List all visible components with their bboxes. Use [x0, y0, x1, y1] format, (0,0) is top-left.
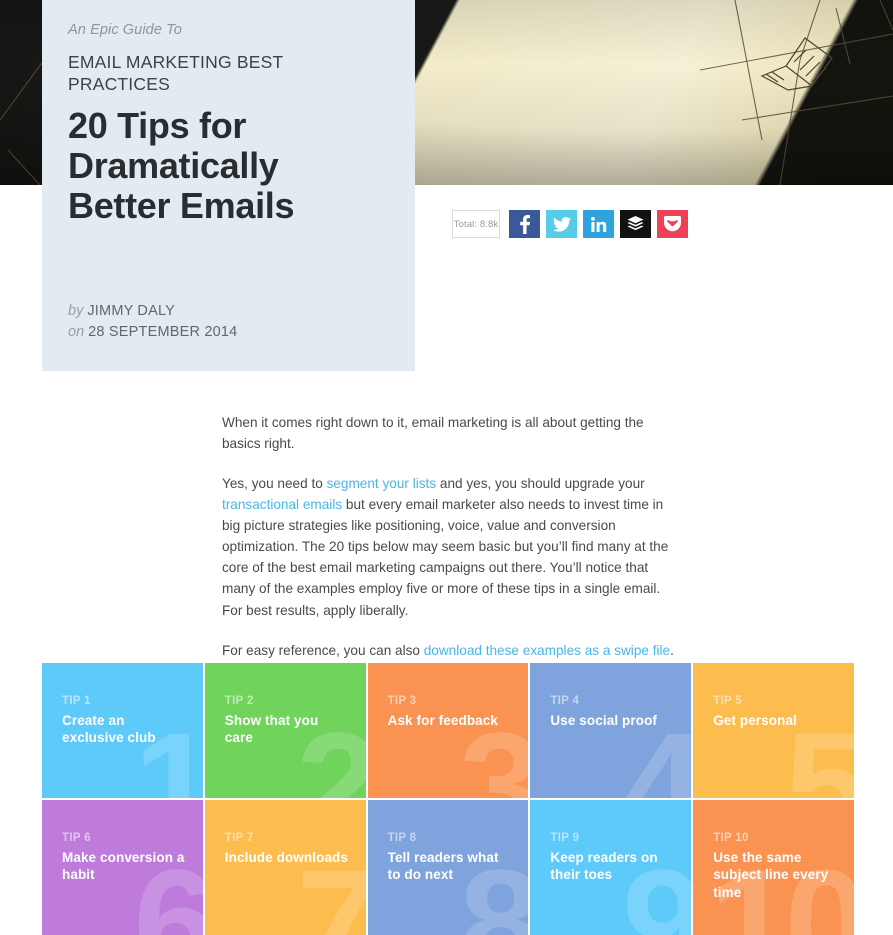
tip-title: Get personal [713, 713, 797, 728]
tip-card-3[interactable]: 3 TIP 3 Ask for feedback [367, 663, 529, 798]
tip-label: TIP 6 [62, 832, 91, 844]
pocket-icon [664, 216, 681, 232]
tip-label: TIP 10 [713, 832, 749, 844]
article-body: When it comes right down to it, email ma… [222, 412, 677, 661]
tip-label: TIP 1 [62, 695, 91, 707]
paragraph-2: Yes, you need to segment your lists and … [222, 473, 677, 620]
tip-card-6[interactable]: 6 TIP 6 Make conversion a habit [42, 800, 203, 935]
tip-title: Use social proof [550, 713, 658, 728]
tip-card-1[interactable]: 1 TIP 1 Create an exclusive club [42, 663, 203, 798]
facebook-icon [519, 214, 530, 234]
tip-title: Ask for feedback [387, 713, 498, 728]
page-title: 20 Tips for Dramatically Better Emails [68, 104, 295, 226]
p3-text-b: . [670, 642, 674, 658]
tip-card-2[interactable]: 2 TIP 2 Show that you care [204, 663, 366, 798]
p2-text-a: Yes, you need to [222, 476, 327, 492]
share-button-linkedin[interactable] [583, 210, 614, 238]
link-swipe-file[interactable]: download these examples as a swipe file [424, 643, 670, 658]
tip-title: Show that you care [224, 713, 319, 746]
p2-text-b: and yes, you should upgrade your [436, 476, 645, 492]
tip-title: Use the same subject line every time [713, 850, 829, 900]
p3-text-a: For easy reference, you can also [222, 642, 424, 658]
article-page: An Epic Guide To EMAIL MARKETING BEST PR… [0, 0, 893, 935]
tip-card-8[interactable]: 8 TIP 8 Tell readers what to do next [367, 800, 529, 935]
tip-card-4[interactable]: 4 TIP 4 Use social proof [530, 663, 692, 798]
tip-label: TIP 7 [224, 832, 254, 844]
byline: by JIMMY DALY on 28 SEPTEMBER 2014 [68, 301, 237, 343]
tip-label: TIP 2 [224, 695, 254, 707]
p2-text-c: but every email marketer also needs to i… [222, 497, 669, 618]
tip-title: Tell readers what to do next [387, 850, 499, 883]
tip-label: TIP 4 [550, 695, 580, 707]
tips-grid: 1 TIP 1 Create an exclusive club 2 TIP 2 Show… [42, 663, 854, 935]
tip-title: Create an exclusive club [62, 713, 156, 746]
tip-card-7[interactable]: 7 TIP 7 Include downloads [204, 800, 366, 935]
tip-card-5[interactable]: 5 TIP 5 Get personal [693, 663, 854, 798]
tip-card-9[interactable]: 9 TIP 9 Keep readers on their toes [530, 800, 692, 935]
linkedin-icon [590, 216, 606, 232]
category-subhead: EMAIL MARKETING BEST PRACTICES [68, 52, 284, 94]
share-button-facebook[interactable] [509, 210, 540, 238]
link-segment-your-lists[interactable]: segment your lists [327, 476, 437, 491]
buffer-icon [627, 216, 644, 231]
publish-date: 28 SEPTEMBER 2014 [88, 323, 238, 340]
link-transactional-emails[interactable]: transactional emails [222, 497, 342, 512]
share-button-buffer[interactable] [620, 210, 651, 238]
on-prefix: on [68, 323, 85, 340]
share-total-count: Total: 8.8k [452, 210, 500, 238]
tip-label: TIP 9 [550, 832, 580, 844]
by-prefix: by [68, 302, 84, 319]
paragraph-3: For easy reference, you can also downloa… [222, 640, 677, 661]
tip-title: Include downloads [224, 850, 349, 865]
tip-label: TIP 3 [387, 695, 417, 707]
author-name[interactable]: JIMMY DALY [87, 303, 175, 319]
share-button-pocket[interactable] [657, 210, 688, 238]
share-button-twitter[interactable] [546, 210, 577, 238]
tip-title: Make conversion a habit [62, 850, 185, 883]
kicker-text: An Epic Guide To [68, 22, 182, 38]
article-title-card: An Epic Guide To EMAIL MARKETING BEST PR… [42, 0, 415, 371]
tip-label: TIP 5 [713, 695, 742, 707]
tip-card-10[interactable]: 10 TIP 10 Use the same subject line every … [693, 800, 854, 935]
paragraph-1: When it comes right down to it, email ma… [222, 415, 644, 452]
tip-label: TIP 8 [387, 832, 417, 844]
social-share-bar: Total: 8.8k [452, 210, 688, 238]
tip-title: Keep readers on their toes [550, 850, 658, 883]
twitter-icon [552, 216, 571, 232]
